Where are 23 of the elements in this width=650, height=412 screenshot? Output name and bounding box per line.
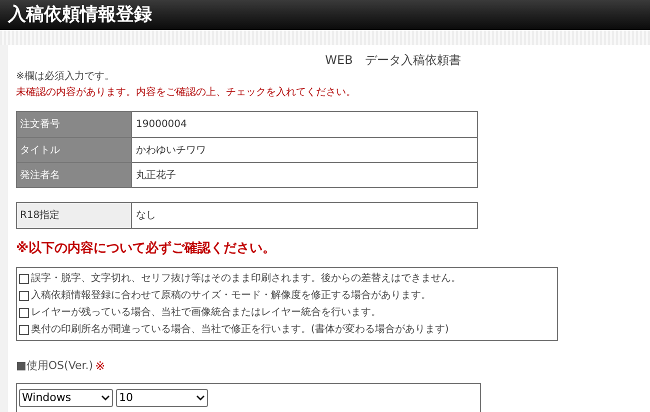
- field-label: 注文番号: [17, 112, 132, 137]
- form-title: WEB データ入稿依頼書: [325, 52, 461, 69]
- page-title: 入稿依頼情報登録: [8, 6, 152, 24]
- confirm-heading: ※以下の内容について必ずご確認ください。: [16, 240, 277, 258]
- chevron-down-icon: [101, 395, 110, 401]
- field-label: 発注者名: [17, 163, 132, 187]
- checkbox-label: レイヤーが残っている場合、当社で画像統合またはレイヤー統合を行います。: [31, 306, 381, 320]
- error-message: 未確認の内容があります。内容をご確認の上、チェックを入れてください。: [16, 86, 357, 100]
- checkbox[interactable]: [19, 274, 29, 284]
- checkbox[interactable]: [19, 290, 29, 300]
- checkbox[interactable]: [19, 308, 29, 318]
- select-dropdown[interactable]: Windows: [19, 389, 113, 407]
- select-dropdown[interactable]: 10: [116, 389, 208, 407]
- checkbox-label: 奥付の印刷所名が間違っている場合、当社で修正を行います。(書体が変わる場合があります): [31, 322, 449, 337]
- required-mark: ※: [95, 358, 106, 375]
- checkbox-label: 入稿依頼情報登録に合わせて原稿のサイズ・モード・解像度を修正する場合があります。: [31, 288, 431, 303]
- field-label: タイトル: [17, 138, 132, 162]
- required-note: ※欄は必須入力です。: [16, 70, 116, 84]
- checkbox[interactable]: [19, 324, 29, 334]
- chevron-down-icon: [196, 395, 205, 401]
- section-label: ■使用OS(Ver.): [16, 358, 94, 374]
- checkbox-label: 誤字・脱字、文字切れ、セリフ抜け等はそのまま印刷されます。後からの差替えはできません。: [31, 272, 461, 286]
- field-label: R18指定: [17, 203, 132, 228]
